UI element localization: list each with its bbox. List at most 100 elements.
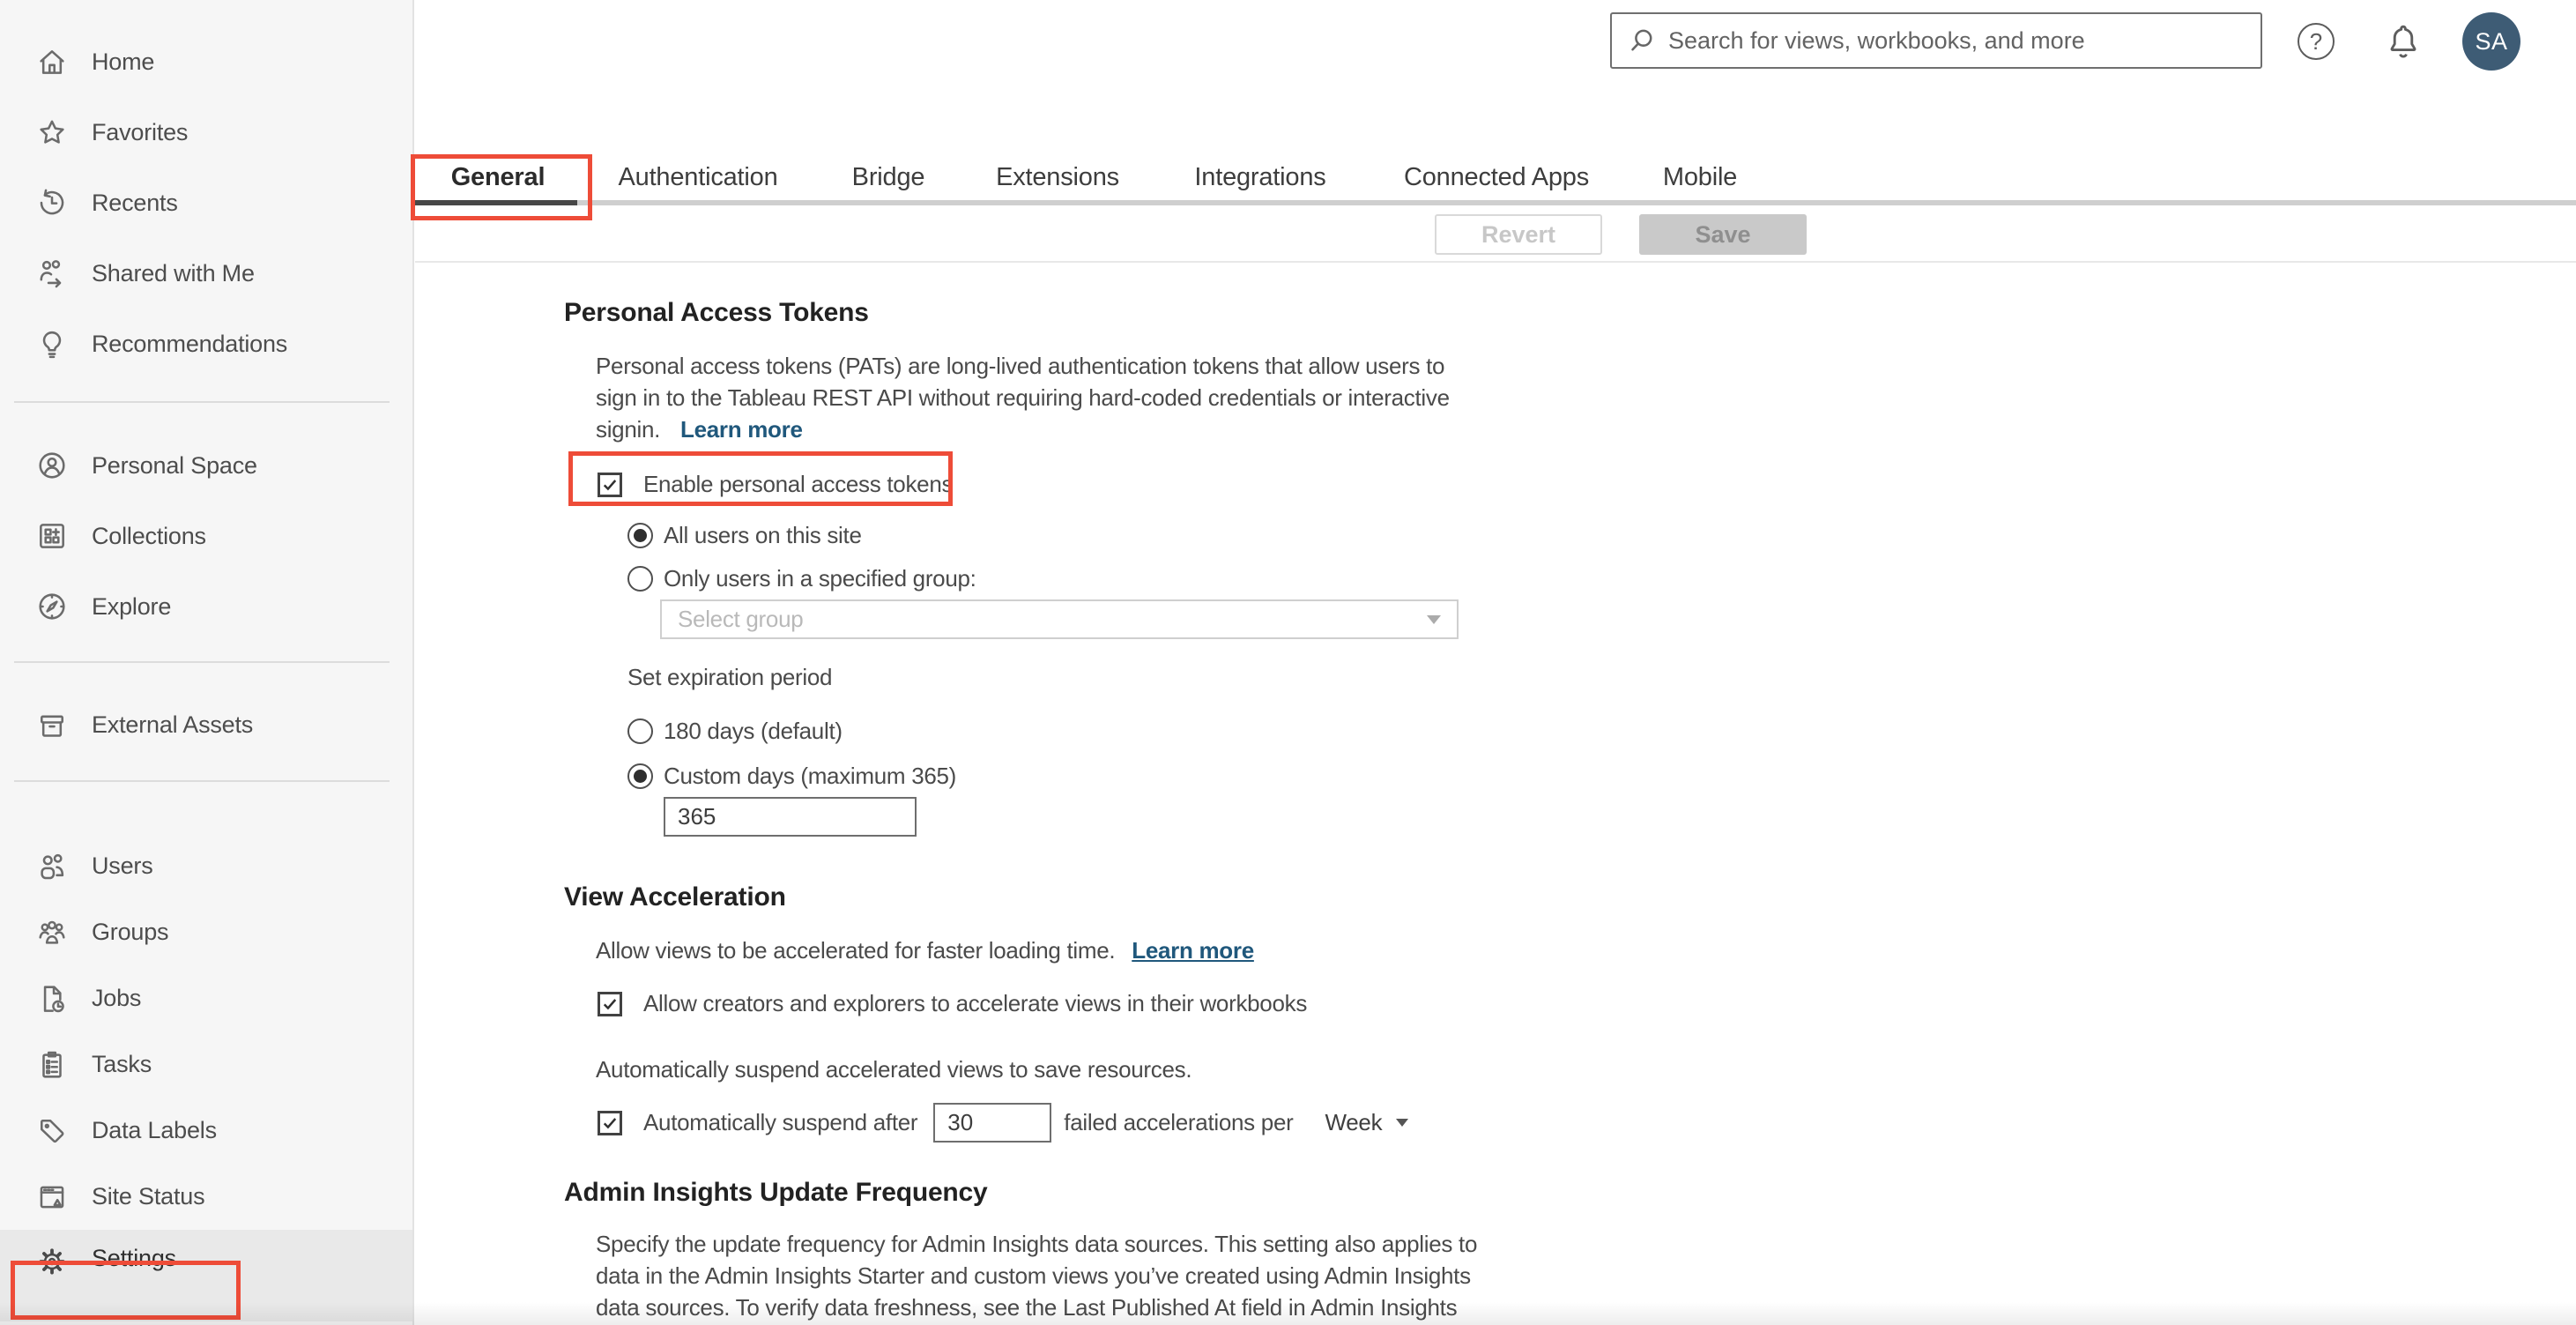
clipboard-icon: [42, 1051, 62, 1078]
sidebar-item-settings[interactable]: Settings: [0, 1230, 412, 1321]
va-description: Allow views to be accelerated for faster…: [596, 937, 1254, 964]
days-180-label[interactable]: 180 days (default): [664, 718, 843, 745]
va-suspend-suffix-label: failed accelerations per: [1064, 1109, 1294, 1135]
sidebar: Home Favorites Recents Shared with Me Re…: [0, 0, 414, 1325]
tab-underline-track: [415, 200, 2576, 205]
va-suspend-row: Automatically suspend after failed accel…: [598, 1103, 1409, 1143]
sidebar-item-label: Groups: [92, 919, 169, 945]
tab-general[interactable]: General: [451, 163, 546, 192]
all-users-label[interactable]: All users on this site: [664, 522, 862, 549]
person-circle-icon: [39, 452, 65, 479]
sidebar-item-label: External Assets: [92, 711, 254, 738]
specified-group-label[interactable]: Only users in a specified group:: [664, 565, 976, 592]
sidebar-item-explore[interactable]: Explore: [0, 571, 412, 642]
va-learn-more-link[interactable]: Learn more: [1132, 937, 1254, 964]
radio-specified-group-row: Only users in a specified group:: [627, 565, 976, 592]
select-group-dropdown[interactable]: Select group: [660, 599, 1459, 639]
sidebar-item-external-assets[interactable]: External Assets: [0, 689, 412, 760]
suspend-count-input[interactable]: [933, 1103, 1052, 1143]
va-allow-checkbox[interactable]: [598, 991, 622, 1016]
all-users-radio[interactable]: [627, 523, 653, 548]
history-icon: [40, 189, 64, 215]
va-suspend-checkbox[interactable]: [598, 1110, 622, 1135]
star-icon: [40, 120, 64, 144]
enable-pat-label[interactable]: Enable personal access tokens: [643, 471, 953, 498]
sidebar-item-label: Recommendations: [92, 330, 288, 357]
help-icon[interactable]: ?: [2298, 23, 2335, 60]
custom-days-radio[interactable]: [627, 763, 653, 789]
checkmark-icon: [603, 479, 617, 490]
browser-alert-icon: [40, 1186, 64, 1208]
document-clock-icon: [43, 985, 64, 1012]
sidebar-item-personal-space[interactable]: Personal Space: [0, 430, 412, 501]
admin-insights-description-line: data in the Admin Insights Starter and c…: [596, 1262, 1471, 1289]
sidebar-item-label: Personal Space: [92, 451, 257, 479]
admin-insights-description: Specify the update frequency for Admin I…: [596, 1228, 1477, 1323]
tab-mobile[interactable]: Mobile: [1663, 163, 1737, 192]
expiration-period-label: Set expiration period: [627, 664, 833, 690]
sidebar-admin-group: Users Groups Jobs Tasks Data Labels Site…: [0, 833, 412, 1321]
enable-pat-checkbox[interactable]: [598, 472, 622, 497]
sidebar-item-favorites[interactable]: Favorites: [0, 97, 412, 167]
sidebar-item-data-labels[interactable]: Data Labels: [0, 1098, 412, 1164]
tab-bridge[interactable]: Bridge: [852, 163, 925, 192]
sidebar-item-users[interactable]: Users: [0, 833, 412, 899]
pat-learn-more-link[interactable]: Learn more: [680, 416, 803, 443]
va-allow-row: Allow creators and explorers to accelera…: [598, 990, 1307, 1017]
sidebar-item-label: Collections: [92, 522, 206, 549]
compass-icon: [39, 593, 65, 620]
pat-description: Personal access tokens (PATs) are long-l…: [596, 350, 1450, 445]
sidebar-item-collections[interactable]: Collections: [0, 501, 412, 571]
sidebar-divider: [14, 661, 390, 663]
sidebar-item-groups[interactable]: Groups: [0, 899, 412, 965]
chevron-down-icon: [1396, 1119, 1409, 1127]
sidebar-item-shared-with-me[interactable]: Shared with Me: [0, 238, 412, 309]
sidebar-item-jobs[interactable]: Jobs: [0, 965, 412, 1031]
gear-icon: [39, 1248, 65, 1275]
search-box[interactable]: [1610, 12, 2262, 69]
sidebar-item-label: Settings: [92, 1245, 176, 1271]
custom-days-input[interactable]: [664, 797, 917, 837]
custom-days-label[interactable]: Custom days (maximum 365): [664, 763, 956, 790]
checkmark-icon: [603, 998, 617, 1009]
sidebar-item-home[interactable]: Home: [0, 26, 412, 97]
lightbulb-icon: [42, 331, 62, 359]
checkmark-icon: [603, 1117, 617, 1128]
sidebar-item-label: Users: [92, 852, 153, 879]
avatar[interactable]: SA: [2462, 12, 2520, 71]
tab-authentication[interactable]: Authentication: [619, 163, 778, 192]
radio-custom-days-row: Custom days (maximum 365): [627, 763, 956, 790]
chevron-down-icon: [1427, 614, 1441, 624]
search-input[interactable]: [1668, 26, 2232, 55]
pat-description-line: signin. Learn more: [596, 416, 803, 443]
notifications-bell-icon[interactable]: [2383, 21, 2424, 62]
sidebar-item-label: Home: [92, 48, 155, 75]
sidebar-item-label: Explore: [92, 592, 172, 620]
search-icon: [1631, 29, 1652, 51]
pat-description-line: Personal access tokens (PATs) are long-l…: [596, 353, 1445, 379]
tab-extensions[interactable]: Extensions: [996, 163, 1119, 192]
sidebar-item-tasks[interactable]: Tasks: [0, 1031, 412, 1098]
sidebar-item-recommendations[interactable]: Recommendations: [0, 309, 412, 379]
sidebar-item-site-status[interactable]: Site Status: [0, 1164, 412, 1230]
radio-180-days-row: 180 days (default): [627, 718, 843, 745]
settings-page: Home Favorites Recents Shared with Me Re…: [0, 0, 2576, 1325]
revert-button[interactable]: Revert: [1435, 214, 1602, 255]
sidebar-divider: [14, 401, 390, 403]
sidebar-item-recents[interactable]: Recents: [0, 167, 412, 238]
sidebar-item-label: Shared with Me: [92, 259, 255, 287]
va-suspend-description: Automatically suspend accelerated views …: [596, 1056, 1192, 1083]
tab-connected-apps[interactable]: Connected Apps: [1404, 163, 1589, 192]
tab-integrations[interactable]: Integrations: [1194, 163, 1325, 192]
sidebar-item-label: Recents: [92, 189, 178, 216]
va-suspend-prefix-label[interactable]: Automatically suspend after: [643, 1109, 918, 1136]
days-180-radio[interactable]: [627, 718, 653, 744]
va-allow-label[interactable]: Allow creators and explorers to accelera…: [643, 990, 1307, 1017]
save-button[interactable]: Save: [1639, 214, 1807, 255]
users-icon: [41, 853, 64, 879]
period-dropdown[interactable]: Week: [1325, 1109, 1409, 1136]
archive-box-icon: [41, 715, 63, 737]
period-value: Week: [1325, 1109, 1383, 1135]
toolbar-divider: [415, 261, 2576, 263]
specified-group-radio[interactable]: [627, 566, 653, 592]
